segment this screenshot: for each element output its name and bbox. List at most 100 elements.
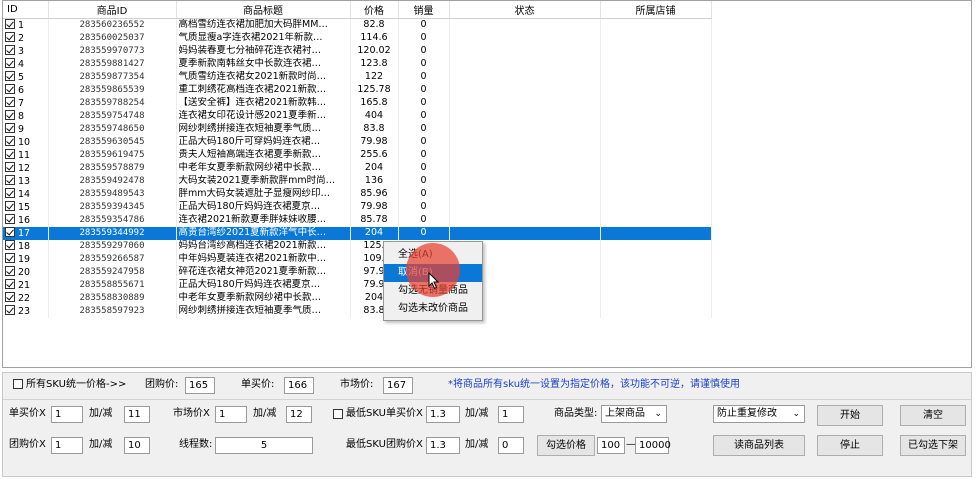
row-checkbox[interactable] bbox=[5, 109, 15, 120]
row-checkbox[interactable] bbox=[5, 31, 15, 42]
market-price-mult-input[interactable]: 1 bbox=[215, 406, 247, 423]
row-id: 18 bbox=[18, 240, 31, 252]
price-range-max-input[interactable]: 10000 bbox=[635, 437, 671, 454]
table-row[interactable]: 12 283559578879 中老年女夏季新款网纱裙中长款… 204 0 bbox=[3, 161, 712, 175]
clear-button[interactable]: 清空 bbox=[900, 405, 966, 426]
table-row[interactable]: 9 283559748650 网纱刺绣拼接连衣短袖夏季气质… 83.8 0 bbox=[3, 122, 712, 136]
table-row[interactable]: 6 283559865539 重工刺绣花高档连衣裙2021新款… 125.78 0 bbox=[3, 83, 712, 97]
row-checkbox[interactable] bbox=[5, 70, 15, 81]
table-row[interactable]: 18283559297060妈妈台湾纱高档连衣裙2021新款…125.0 bbox=[3, 239, 712, 253]
table-row[interactable]: 15 283559394345 正品大码180斤妈妈连衣裙夏京… 79.98 0 bbox=[3, 200, 712, 214]
table-row[interactable]: 10 283559630545 正品大码180斤可穿妈妈连衣裙… 79.98 0 bbox=[3, 135, 712, 149]
sku-group-price-input[interactable]: 165 bbox=[185, 377, 215, 394]
row-checkbox[interactable] bbox=[5, 18, 15, 29]
cell-id: 21 bbox=[3, 278, 49, 292]
row-checkbox[interactable] bbox=[5, 148, 15, 159]
col-header-price[interactable]: 价格 bbox=[350, 1, 399, 19]
row-id: 3 bbox=[18, 45, 25, 57]
cell-product-id: 283559630545 bbox=[48, 135, 177, 149]
table-row[interactable]: 2 283560025037 气质显瘦a字连衣裙2021年新款… 114.6 0 bbox=[3, 31, 712, 45]
table-row[interactable]: 14 283559489543 胖mm大码女装遮肚子显瘦网纱印… 85.96 0 bbox=[3, 187, 712, 201]
cell-id: 8 bbox=[3, 109, 49, 123]
row-checkbox[interactable] bbox=[5, 226, 15, 237]
row-checkbox[interactable] bbox=[5, 252, 15, 263]
market-price-adjust-input[interactable]: 12 bbox=[286, 406, 312, 423]
row-id: 5 bbox=[18, 71, 25, 83]
sku-market-price-input[interactable]: 167 bbox=[383, 377, 413, 394]
table-row[interactable]: 19283559266587中年妈妈夏装连衣裙2021新款中…109.0 bbox=[3, 252, 712, 266]
table-row[interactable]: 3 283559970773 妈妈装春夏七分袖碎花连衣裙衬… 120.02 0 bbox=[3, 44, 712, 58]
min-sku-single-adjust-input[interactable]: 1 bbox=[498, 406, 524, 423]
col-header-sales[interactable]: 销量 bbox=[398, 1, 450, 19]
row-checkbox[interactable] bbox=[5, 44, 15, 55]
row-checkbox[interactable] bbox=[5, 213, 15, 224]
row-checkbox[interactable] bbox=[5, 122, 15, 133]
stop-button[interactable]: 停止 bbox=[817, 435, 883, 456]
delist-checked-button[interactable]: 已勾选下架 bbox=[900, 435, 966, 456]
product-grid[interactable]: ID 商品ID 商品标题 价格 销量 状态 所属店铺 1 283560236552… bbox=[2, 0, 972, 368]
price-range-min-input[interactable]: 100 bbox=[597, 437, 625, 454]
single-price-mult-input[interactable]: 1 bbox=[51, 406, 83, 423]
cell-id: 4 bbox=[3, 57, 49, 71]
cell-shop bbox=[600, 265, 712, 279]
table-row[interactable]: 1 283560236552 高档雪纺连衣裙加肥加大码胖MM… 82.8 0 bbox=[3, 18, 712, 32]
group-price-adjust-input[interactable]: 10 bbox=[124, 437, 150, 454]
table-row[interactable]: 21283558855671正品大码180斤妈妈连衣裙夏京…79.90 bbox=[3, 278, 712, 292]
row-checkbox[interactable] bbox=[5, 187, 15, 198]
table-row[interactable]: 7 283559788254 【送安全裤】连衣裙2021新款韩… 165.8 0 bbox=[3, 96, 712, 110]
table-row[interactable]: 11 283559619475 贵夫人短袖高端连衣裙夏季新款… 255.6 0 bbox=[3, 148, 712, 162]
row-checkbox[interactable] bbox=[5, 278, 15, 289]
check-price-button[interactable]: 勾选价格 bbox=[537, 435, 595, 456]
row-checkbox[interactable] bbox=[5, 200, 15, 211]
row-checkbox[interactable] bbox=[5, 291, 15, 302]
menu-item-check-unchanged-price[interactable]: 勾选未改价商品 bbox=[384, 300, 482, 318]
min-sku-group-adjust-input[interactable]: 0 bbox=[498, 437, 524, 454]
row-checkbox[interactable] bbox=[5, 239, 15, 250]
row-checkbox[interactable] bbox=[5, 161, 15, 172]
cell-price: 204 bbox=[350, 161, 399, 175]
min-sku-single-checkbox[interactable] bbox=[333, 409, 343, 419]
col-header-title[interactable]: 商品标题 bbox=[176, 1, 351, 19]
table-row[interactable]: 20283559247958碎花连衣裙女神范2021夏季新款…97.90 bbox=[3, 265, 712, 279]
col-header-shop[interactable]: 所属店铺 bbox=[600, 1, 712, 19]
col-header-id[interactable]: ID bbox=[3, 1, 49, 19]
read-product-list-button[interactable]: 读商品列表 bbox=[713, 435, 805, 456]
table-row[interactable]: 17 283559344992 高贵台湾纱2021夏新款洋气中长… 204 0 bbox=[3, 226, 712, 240]
min-sku-group-mult-input[interactable]: 1.3 bbox=[426, 437, 460, 454]
cell-product-id: 283559748650 bbox=[48, 122, 177, 136]
table-row[interactable]: 5 283559877354 气质雪纺连衣裙女2021新款时尚… 122 0 bbox=[3, 70, 712, 84]
sku-single-price-input[interactable]: 166 bbox=[284, 377, 314, 394]
start-button[interactable]: 开始 bbox=[817, 405, 883, 426]
row-checkbox[interactable] bbox=[5, 135, 15, 146]
table-row[interactable]: 8 283559754748 连衣裙女印花设计感2021夏季新… 404 0 bbox=[3, 109, 712, 123]
row-checkbox[interactable] bbox=[5, 57, 15, 68]
row-checkbox[interactable] bbox=[5, 174, 15, 185]
table-row[interactable]: 4 283559881427 夏季新款南韩丝女中长款连衣裙… 123.8 0 bbox=[3, 57, 712, 71]
thread-count-input[interactable]: 5 bbox=[215, 437, 313, 454]
row-checkbox[interactable] bbox=[5, 83, 15, 94]
table-row[interactable]: 16 283559354786 连衣裙2021新款夏季胖妹妹收腰… 85.78 0 bbox=[3, 213, 712, 227]
sku-unify-checkbox[interactable] bbox=[13, 379, 23, 389]
row-id: 16 bbox=[18, 214, 31, 226]
cell-product-id: 283559881427 bbox=[48, 57, 177, 71]
cell-status bbox=[449, 174, 601, 188]
row-checkbox[interactable] bbox=[5, 96, 15, 107]
col-header-product-id[interactable]: 商品ID bbox=[48, 1, 177, 19]
product-type-select[interactable]: 上架商品 ⌄ bbox=[601, 405, 667, 423]
cell-title: 夏季新款南韩丝女中长款连衣裙… bbox=[176, 57, 351, 71]
row-checkbox[interactable] bbox=[5, 265, 15, 276]
modify-mode-select[interactable]: 防止重复修改 ⌄ bbox=[713, 405, 805, 423]
cell-sales: 0 bbox=[398, 83, 450, 97]
table-row[interactable]: 23283558597923网纱刺绣拼接连衣短袖夏季气质…83.80 bbox=[3, 304, 712, 318]
table-row[interactable]: 22283558830889中老年女夏季新款网纱裙中长款…2040 bbox=[3, 291, 712, 305]
col-header-status[interactable]: 状态 bbox=[449, 1, 601, 19]
min-sku-single-mult-input[interactable]: 1.3 bbox=[426, 406, 460, 423]
thread-count-label: 线程数: bbox=[179, 439, 213, 450]
cell-id: 17 bbox=[3, 226, 49, 240]
row-id: 21 bbox=[18, 279, 31, 291]
cell-sales: 0 bbox=[398, 161, 450, 175]
row-checkbox[interactable] bbox=[5, 304, 15, 315]
table-row[interactable]: 13 283559492478 大码女装2021夏季新款胖mm时尚… 136 0 bbox=[3, 174, 712, 188]
single-price-adjust-input[interactable]: 11 bbox=[124, 406, 150, 423]
group-price-mult-input[interactable]: 1 bbox=[51, 437, 83, 454]
